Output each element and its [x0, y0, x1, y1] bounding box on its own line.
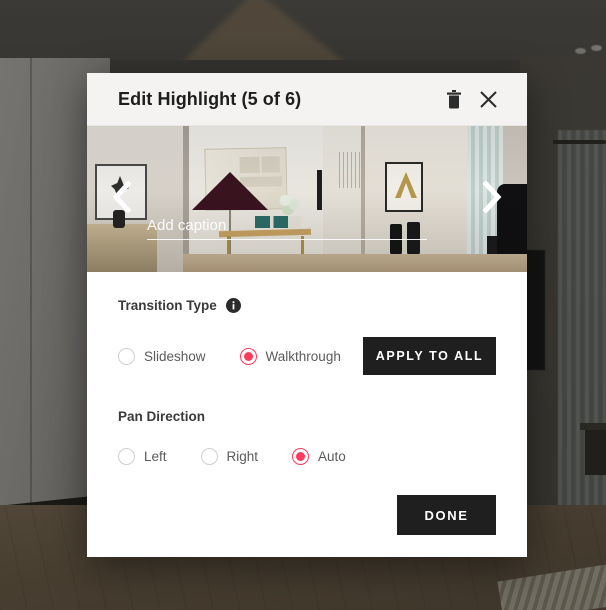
- photo-vignette: [87, 126, 527, 272]
- radio-pan-right[interactable]: Right: [200, 448, 259, 465]
- radio-label: Right: [226, 449, 259, 464]
- pan-direction-options: Left Right Auto: [118, 448, 496, 465]
- page-title: Edit Highlight (5 of 6): [118, 88, 302, 109]
- pan-direction-label: Pan Direction: [118, 409, 206, 424]
- transition-type-label: Transition Type: [118, 298, 217, 313]
- radio-indicator-selected: [292, 448, 310, 465]
- transition-type-options: Slideshow Walkthrough APPLY TO ALL: [118, 337, 496, 375]
- image-carousel: [87, 126, 527, 272]
- transition-type-label-row: Transition Type: [118, 298, 496, 313]
- chevron-left-icon: [112, 179, 132, 218]
- radio-transition-slideshow[interactable]: Slideshow: [118, 347, 206, 365]
- radio-indicator-selected: [239, 347, 257, 365]
- close-modal-button[interactable]: [471, 82, 505, 116]
- edit-highlight-modal: Edit Highlight (5 of 6) Add caption Tran…: [87, 73, 527, 557]
- radio-indicator: [118, 448, 135, 465]
- radio-pan-auto[interactable]: Auto: [292, 448, 346, 465]
- caption-input[interactable]: [147, 217, 427, 240]
- carousel-next-button[interactable]: [475, 179, 509, 219]
- done-button[interactable]: DONE: [397, 495, 496, 535]
- radio-label: Left: [144, 449, 167, 464]
- chevron-right-icon: [482, 179, 502, 218]
- pan-direction-section: Pan Direction Left Right Auto: [118, 409, 496, 465]
- close-icon: [479, 90, 498, 109]
- pan-direction-label-row: Pan Direction: [118, 409, 496, 424]
- highlight-photo: [87, 126, 527, 272]
- radio-label: Auto: [318, 449, 346, 464]
- info-icon[interactable]: [225, 298, 241, 313]
- radio-pan-left[interactable]: Left: [118, 448, 167, 465]
- modal-body: Transition Type Slideshow Walkthrough AP…: [87, 272, 527, 557]
- carousel-prev-button[interactable]: [105, 179, 139, 219]
- radio-label: Walkthrough: [265, 348, 341, 364]
- caption-field-wrapper: [147, 217, 427, 240]
- radio-indicator: [118, 347, 135, 365]
- radio-label: Slideshow: [144, 348, 206, 364]
- apply-to-all-button[interactable]: APPLY TO ALL: [363, 337, 496, 375]
- trash-icon: [446, 89, 462, 109]
- radio-transition-walkthrough[interactable]: Walkthrough: [239, 347, 341, 365]
- modal-header: Edit Highlight (5 of 6): [87, 73, 527, 126]
- radio-indicator: [200, 448, 218, 465]
- delete-highlight-button[interactable]: [437, 82, 471, 116]
